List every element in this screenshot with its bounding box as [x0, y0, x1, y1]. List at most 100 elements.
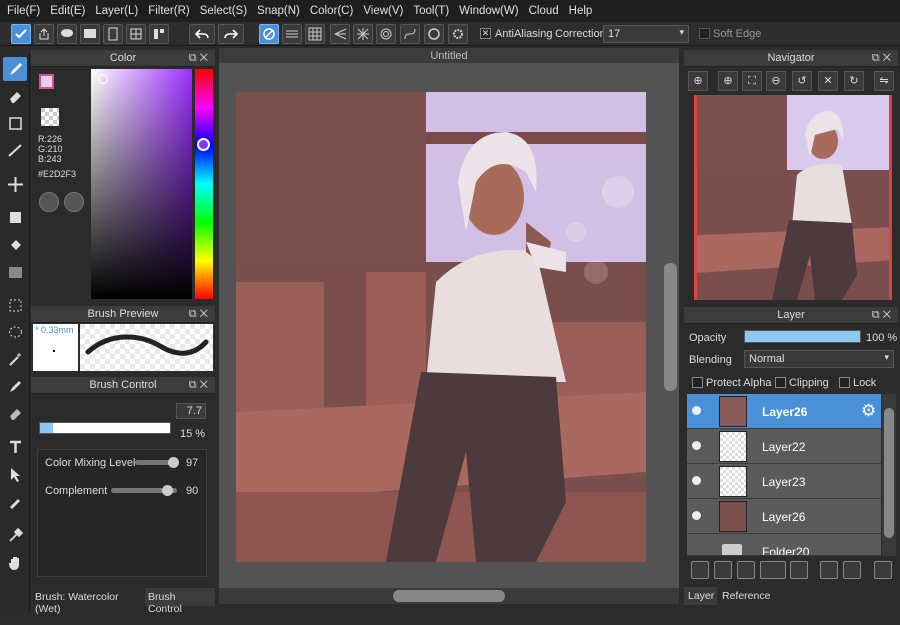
- rotate-right-icon[interactable]: ↻: [844, 71, 864, 91]
- eye-icon[interactable]: [692, 406, 701, 415]
- zoom-in-icon[interactable]: ⊕: [718, 71, 738, 91]
- hue-slider-handle[interactable]: [197, 138, 210, 151]
- duplicate-layer-icon[interactable]: [820, 561, 838, 579]
- layer-opacity-slider[interactable]: [744, 330, 861, 343]
- message-icon[interactable]: [80, 24, 100, 44]
- tab-brush[interactable]: Brush: Watercolor (Wet): [31, 588, 143, 615]
- lock-checkbox[interactable]: [839, 377, 850, 388]
- select-rect-tool-icon[interactable]: [3, 293, 27, 317]
- panel-popout-close-icon[interactable]: ⧉✕: [189, 50, 211, 67]
- select-eraser-tool-icon[interactable]: [3, 401, 27, 425]
- brush-tool-icon[interactable]: [3, 57, 27, 81]
- fill-rect-tool-icon[interactable]: [3, 205, 27, 229]
- gear-icon[interactable]: ⚙: [861, 401, 876, 421]
- menu-color[interactable]: Color(C): [307, 0, 360, 22]
- layer-row[interactable]: Layer23: [687, 464, 881, 499]
- line-tool-icon[interactable]: [3, 138, 27, 162]
- menu-edit[interactable]: Edit(E): [47, 0, 92, 22]
- zoom-in-icon[interactable]: ⊕: [688, 71, 708, 91]
- comment-icon[interactable]: [57, 24, 77, 44]
- blending-select[interactable]: Normal ▾: [744, 350, 894, 368]
- layer-row[interactable]: Layer26: [687, 499, 881, 534]
- new-folder-icon[interactable]: [790, 561, 808, 579]
- layer-scrollbar-thumb[interactable]: [884, 408, 894, 538]
- gradient-tool-icon[interactable]: [3, 260, 27, 284]
- zoom-out-icon[interactable]: ⊖: [766, 71, 786, 91]
- eye-icon[interactable]: [692, 511, 701, 520]
- dropper-pen-icon[interactable]: [3, 489, 27, 513]
- export-icon[interactable]: [34, 24, 54, 44]
- move-tool-icon[interactable]: [3, 172, 27, 196]
- snap-radial-icon[interactable]: [353, 24, 373, 44]
- bucket-tool-icon[interactable]: [3, 233, 27, 257]
- eyedropper-tool-icon[interactable]: [3, 523, 27, 547]
- tab-layer[interactable]: Layer: [684, 587, 717, 605]
- menu-snap[interactable]: Snap(N): [254, 0, 307, 22]
- transparent-color-swatch[interactable]: [41, 108, 59, 126]
- navigator-preview[interactable]: [694, 95, 892, 300]
- main-color-swatch[interactable]: [39, 74, 54, 89]
- correction-select[interactable]: 17 ▾: [603, 25, 689, 43]
- reset-view-icon[interactable]: ✕: [818, 71, 838, 91]
- tab-reference[interactable]: Reference: [719, 587, 774, 605]
- snap-curve-icon[interactable]: [400, 24, 420, 44]
- layer-row[interactable]: Layer22: [687, 429, 881, 464]
- layer-row[interactable]: Layer26 ⚙: [687, 394, 881, 429]
- snap-vanishing-icon[interactable]: [330, 24, 350, 44]
- panel-popout-close-icon[interactable]: ⧉✕: [189, 306, 211, 323]
- quick-mask-icon[interactable]: [11, 24, 31, 44]
- hue-slider[interactable]: [195, 69, 213, 299]
- color-picker-cursor[interactable]: [98, 74, 108, 84]
- panel-popout-close-icon[interactable]: ⧉✕: [872, 307, 894, 324]
- new-layer-1bit-icon[interactable]: [737, 561, 755, 579]
- complement-slider[interactable]: [111, 485, 177, 496]
- magic-wand-tool-icon[interactable]: [3, 347, 27, 371]
- trash-icon[interactable]: [874, 561, 892, 579]
- brush-size-slider[interactable]: [39, 422, 171, 434]
- menu-help[interactable]: Help: [566, 0, 600, 22]
- menu-cloud[interactable]: Cloud: [526, 0, 566, 22]
- tab-brush-control[interactable]: Brush Control: [145, 588, 215, 615]
- artwork[interactable]: [236, 92, 646, 562]
- snap-parallel-icon[interactable]: [282, 24, 302, 44]
- snap-settings-icon[interactable]: [448, 24, 468, 44]
- add-layer-dropdown-icon[interactable]: [760, 561, 786, 579]
- rotate-left-icon[interactable]: ↺: [792, 71, 812, 91]
- page-icon[interactable]: [103, 24, 123, 44]
- menu-view[interactable]: View(V): [360, 0, 410, 22]
- layer-scrollbar[interactable]: [882, 394, 896, 556]
- palette-add-icon[interactable]: [64, 192, 84, 212]
- snap-crisscross-icon[interactable]: [305, 24, 325, 44]
- snap-ellipse-icon[interactable]: [424, 24, 444, 44]
- fit-screen-icon[interactable]: ⛶: [742, 71, 762, 91]
- menu-window[interactable]: Window(W): [456, 0, 525, 22]
- select-pen-tool-icon[interactable]: [3, 374, 27, 398]
- clipping-checkbox[interactable]: [775, 377, 786, 388]
- redo-icon[interactable]: [218, 24, 244, 44]
- undo-icon[interactable]: [189, 24, 215, 44]
- color-mixing-slider[interactable]: [135, 457, 179, 468]
- eraser-tool-icon[interactable]: [3, 84, 27, 108]
- layer-row[interactable]: Folder20: [687, 534, 881, 556]
- new-layer-8bit-icon[interactable]: [714, 561, 732, 579]
- antialiasing-checkbox[interactable]: ✕: [480, 28, 491, 39]
- snap-off-icon[interactable]: [259, 24, 279, 44]
- brush-size-input[interactable]: 7.7: [176, 403, 206, 419]
- eye-icon[interactable]: [692, 441, 701, 450]
- canvas-tab[interactable]: Untitled: [219, 48, 679, 64]
- complement-handle[interactable]: [162, 485, 174, 496]
- panel-popout-close-icon[interactable]: ⧉✕: [189, 377, 211, 394]
- eye-icon[interactable]: [692, 476, 701, 485]
- grid-icon[interactable]: [126, 24, 146, 44]
- vertical-scrollbar-thumb[interactable]: [664, 263, 677, 391]
- hand-tool-icon[interactable]: [3, 550, 27, 574]
- color-mixing-handle[interactable]: [167, 457, 179, 468]
- palette-icon[interactable]: [39, 192, 59, 212]
- menu-tool[interactable]: Tool(T): [410, 0, 456, 22]
- soft-edge-checkbox[interactable]: [699, 28, 710, 39]
- horizontal-scrollbar-thumb[interactable]: [393, 590, 505, 602]
- menu-select[interactable]: Select(S): [197, 0, 254, 22]
- operation-tool-icon[interactable]: [3, 462, 27, 486]
- panels-icon[interactable]: [149, 24, 169, 44]
- rectangle-tool-icon[interactable]: [3, 111, 27, 135]
